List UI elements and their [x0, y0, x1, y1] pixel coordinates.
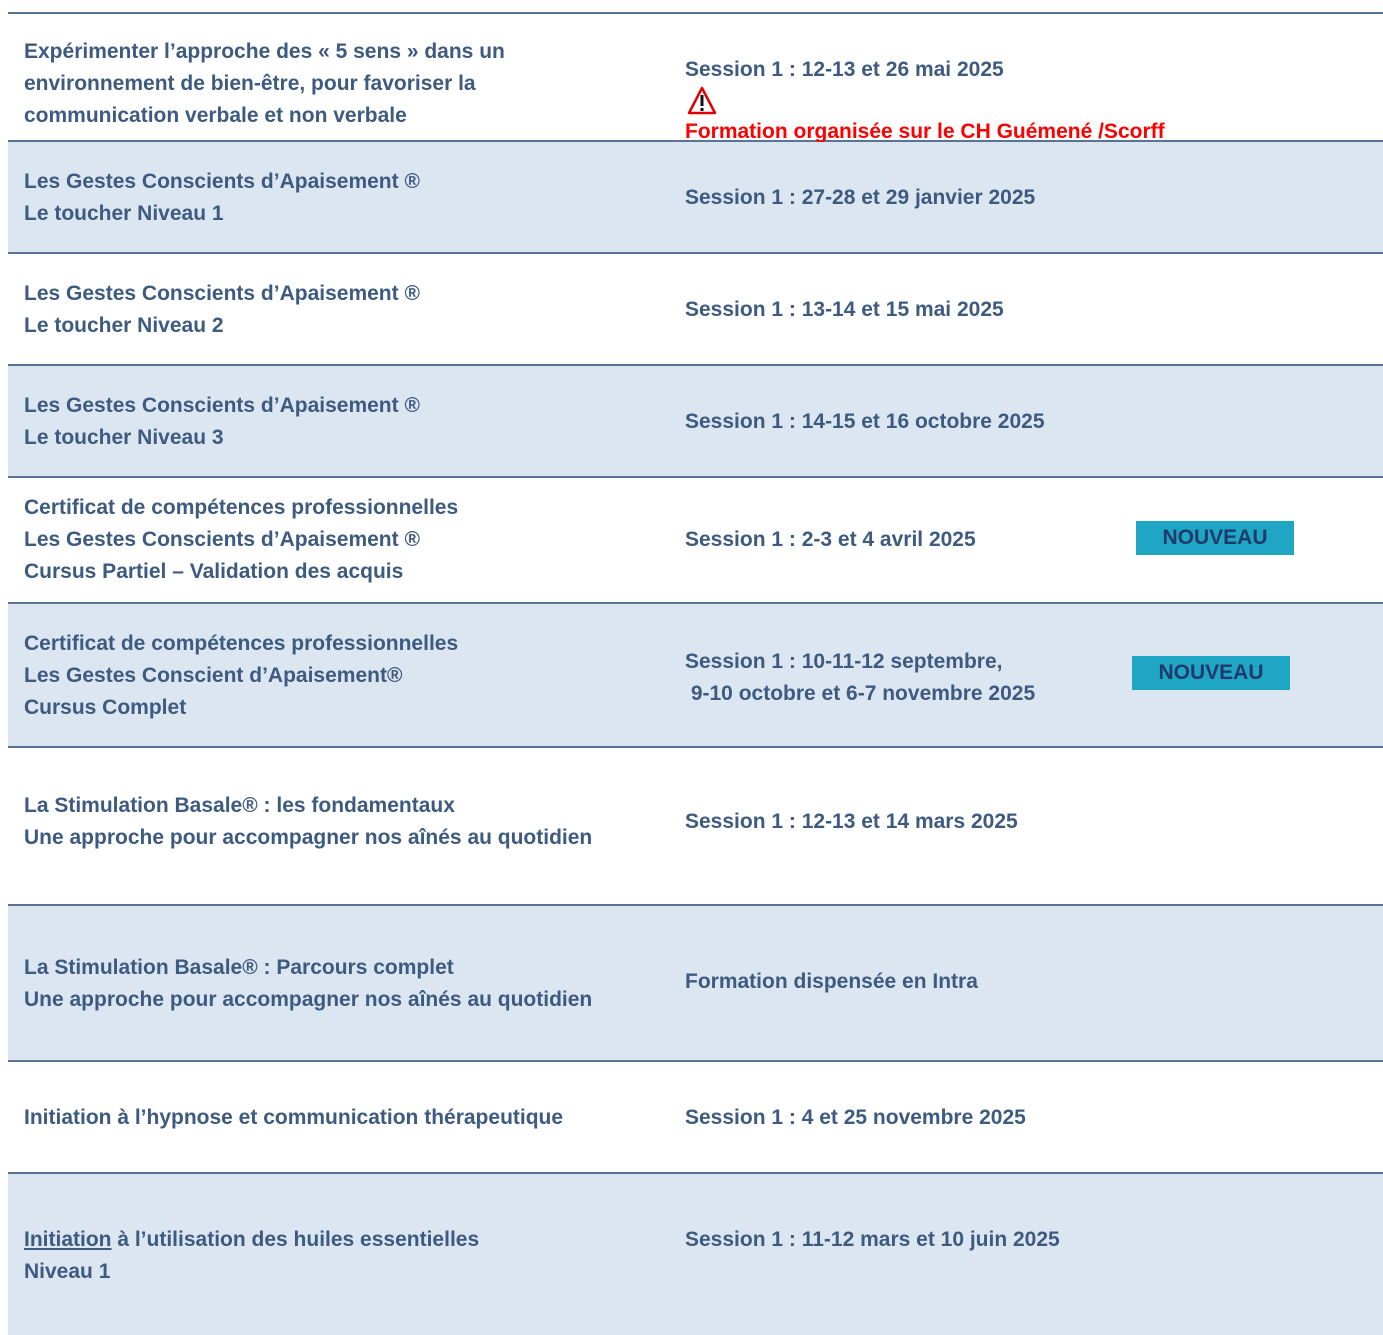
session-line: Formation dispensée en Intra: [685, 970, 978, 993]
session-dates: Session 1 : 13-14 et 15 mai 2025: [685, 294, 1004, 326]
session-dates: Session 1 : 12-13 et 14 mars 2025: [685, 806, 1018, 838]
table-row: Certificat de compétences professionnell…: [8, 604, 1383, 748]
session-dates: Session 1 : 27-28 et 29 janvier 2025: [685, 182, 1035, 214]
session-line: Session 1 : 12-13 et 14 mars 2025: [685, 810, 1018, 833]
table-row: Les Gestes Conscients d’Apaisement ® Le …: [8, 366, 1383, 478]
title-line: Le toucher Niveau 2: [24, 314, 224, 337]
title-line: La Stimulation Basale® : Parcours comple…: [24, 956, 454, 979]
table-row: La Stimulation Basale® : Parcours comple…: [8, 906, 1383, 1062]
title-line: Le toucher Niveau 1: [24, 202, 224, 225]
new-badge: NOUVEAU: [1136, 521, 1294, 555]
session-line: Session 1 : 11-12 mars et 10 juin 2025: [685, 1228, 1060, 1251]
session-dates: Session 1 : 10-11-12 septembre, 9-10 oct…: [685, 646, 1035, 710]
title-line: Certificat de compétences professionnell…: [24, 496, 459, 519]
title-text: à l’utilisation des huiles essentielles: [111, 1228, 480, 1251]
title-line: Niveau 1: [24, 1260, 111, 1283]
title-line: Les Gestes Conscients d’Apaisement ®: [24, 282, 420, 305]
title-line: Les Gestes Conscients d’Apaisement ®: [24, 528, 420, 551]
session-line: 9-10 octobre et 6-7 novembre 2025: [685, 682, 1036, 705]
training-title: Certificat de compétences professionnell…: [24, 492, 458, 588]
training-title: La Stimulation Basale® : Parcours comple…: [24, 952, 592, 1016]
title-line: environnement de bien-être, pour favoris…: [24, 72, 476, 95]
training-title: La Stimulation Basale® : les fondamentau…: [24, 790, 592, 854]
title-line: Initiation à l’utilisation des huiles es…: [24, 1224, 479, 1256]
session-dates: Session 1 : 12-13 et 26 mai 2025 Formati…: [685, 54, 1165, 148]
session-line: Session 1 : 13-14 et 15 mai 2025: [685, 298, 1004, 321]
session-line: Session 1 : 14-15 et 16 octobre 2025: [685, 410, 1045, 433]
session-dates: Session 1 : 11-12 mars et 10 juin 2025: [685, 1224, 1060, 1256]
table-row: La Stimulation Basale® : les fondamentau…: [8, 748, 1383, 906]
session-dates: Formation dispensée en Intra: [685, 966, 978, 998]
title-line: Les Gestes Conscients d’Apaisement ®: [24, 170, 420, 193]
table-row: Expérimenter l’approche des « 5 sens » d…: [8, 14, 1383, 143]
training-title: Initiation à l’utilisation des huiles es…: [24, 1224, 479, 1288]
table-row: Initiation à l’utilisation des huiles es…: [8, 1174, 1383, 1335]
title-line: Initiation à l’hypnose et communication …: [24, 1106, 564, 1129]
training-title: Initiation à l’hypnose et communication …: [24, 1102, 563, 1134]
session-dates: Session 1 : 4 et 25 novembre 2025: [685, 1102, 1026, 1134]
new-badge: NOUVEAU: [1132, 656, 1290, 690]
table-row: Les Gestes Conscients d’Apaisement ® Le …: [8, 142, 1383, 254]
title-line: Certificat de compétences professionnell…: [24, 632, 459, 655]
training-title: Les Gestes Conscients d’Apaisement ® Le …: [24, 390, 420, 454]
training-title: Certificat de compétences professionnell…: [24, 628, 458, 724]
table-row: Initiation à l’hypnose et communication …: [8, 1062, 1383, 1174]
session-line: Session 1 : 27-28 et 29 janvier 2025: [685, 186, 1036, 209]
training-schedule-table: Expérimenter l’approche des « 5 sens » d…: [8, 12, 1383, 1335]
session-dates: Session 1 : 2-3 et 4 avril 2025: [685, 524, 976, 556]
title-line: Une approche pour accompagner nos aînés …: [24, 826, 593, 849]
title-line: Les Gestes Conscient d’Apaisement®: [24, 664, 403, 687]
title-line: Le toucher Niveau 3: [24, 426, 224, 449]
session-line: Session 1 : 2-3 et 4 avril 2025: [685, 528, 976, 551]
title-line: communication verbale et non verbale: [24, 104, 407, 127]
table-row: Les Gestes Conscients d’Apaisement ® Le …: [8, 254, 1383, 366]
table-row: Certificat de compétences professionnell…: [8, 478, 1383, 604]
title-line: La Stimulation Basale® : les fondamentau…: [24, 794, 455, 817]
title-line: Expérimenter l’approche des « 5 sens » d…: [24, 40, 505, 63]
title-line: Les Gestes Conscients d’Apaisement ®: [24, 394, 420, 417]
training-title: Les Gestes Conscients d’Apaisement ® Le …: [24, 166, 420, 230]
training-title: Expérimenter l’approche des « 5 sens » d…: [24, 36, 505, 132]
underlined-word: Initiation: [24, 1228, 112, 1251]
training-title: Les Gestes Conscients d’Apaisement ® Le …: [24, 278, 420, 342]
session-line: Session 1 : 12-13 et 26 mai 2025: [685, 58, 1004, 81]
session-dates: Session 1 : 14-15 et 16 octobre 2025: [685, 406, 1045, 438]
title-line: Cursus Partiel – Validation des acquis: [24, 560, 404, 583]
session-line: Session 1 : 4 et 25 novembre 2025: [685, 1106, 1026, 1129]
warning-triangle-icon: [687, 86, 717, 115]
title-line: Cursus Complet: [24, 696, 187, 719]
session-line: Session 1 : 10-11-12 septembre,: [685, 650, 1003, 673]
title-line: Une approche pour accompagner nos aînés …: [24, 988, 593, 1011]
